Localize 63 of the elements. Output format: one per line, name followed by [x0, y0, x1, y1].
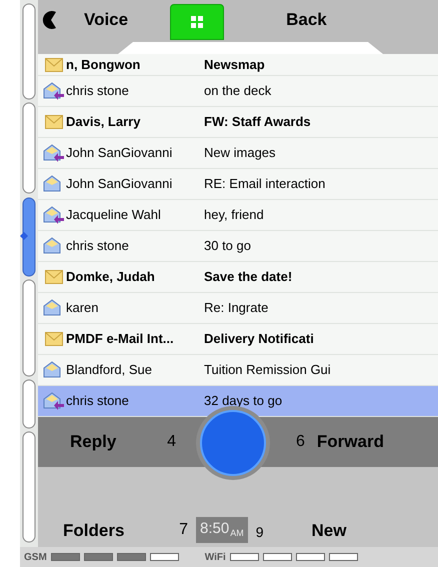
subject-text: Save the date! — [204, 268, 292, 286]
ampm-text: AM — [230, 526, 244, 540]
message-row[interactable]: karen Re: Ingrate — [38, 293, 438, 324]
message-row[interactable]: chris stone 30 to go — [38, 231, 438, 262]
message-row[interactable]: Blandford, Sue Tuition Remission Gui — [38, 355, 438, 386]
subject-text: on the deck — [204, 82, 272, 100]
open-envelope-with-arrow-icon — [43, 82, 65, 100]
subject-text: 32 days to go — [204, 392, 282, 410]
message-row[interactable]: Davis, Larry FW: Staff Awards — [38, 107, 438, 138]
open-envelope-with-arrow-icon — [43, 144, 65, 162]
envelope-icon — [45, 270, 63, 284]
sender-text: Jacqueline Wahl — [66, 206, 162, 224]
sender-text: PMDF e-Mail Int... — [66, 330, 175, 348]
sender-text: Blandford, Sue — [66, 361, 154, 380]
subject-text: Newsmap — [204, 56, 265, 74]
message-row[interactable]: John SanGiovanni RE: Email interaction — [38, 169, 438, 200]
subject-text: FW: Staff Awards — [204, 113, 311, 132]
key-number: 6 — [296, 432, 305, 452]
message-row[interactable]: Domke, Judah Save the date! — [38, 262, 438, 293]
sender-text: chris stone — [66, 237, 130, 256]
signal-bars-icon — [50, 553, 181, 561]
key-number: 7 — [179, 520, 188, 540]
sender-text: John SanGiovanni — [66, 144, 174, 162]
menu-button[interactable] — [170, 4, 224, 40]
sender-text: chris stone — [66, 392, 130, 410]
message-row[interactable]: chris stone on the deck — [38, 76, 438, 107]
folders-button[interactable]: Folders — [63, 518, 124, 543]
sender-text: karen — [66, 299, 100, 318]
gsm-label: GSM — [24, 550, 47, 564]
envelope-icon — [45, 332, 63, 346]
reply-button[interactable]: Reply — [70, 429, 116, 455]
message-row[interactable]: PMDF e-Mail Int... Delivery Notificati — [38, 324, 438, 355]
subject-text: hey, friend — [204, 206, 264, 224]
key-number: 4 — [167, 432, 176, 452]
new-button[interactable]: New — [312, 518, 346, 543]
open-envelope-with-arrow-icon — [43, 392, 65, 410]
voice-button[interactable]: Voice — [84, 7, 128, 33]
sender-text: John SanGiovanni — [66, 175, 174, 194]
subject-text: Re: Ingrate — [204, 299, 268, 318]
grid-icon — [190, 15, 204, 29]
subject-text: Delivery Notificati — [204, 330, 314, 348]
subject-text: RE: Email interaction — [204, 175, 326, 194]
envelope-icon — [45, 115, 63, 129]
subject-text: 30 to go — [204, 237, 251, 256]
message-row[interactable]: Jacqueline Wahl hey, friend — [38, 200, 438, 231]
sender-text: Domke, Judah — [66, 268, 156, 286]
back-button[interactable]: Back — [286, 7, 327, 33]
subject-text: New images — [204, 144, 276, 162]
scrollbar-drawing[interactable] — [20, 0, 38, 547]
wifi-label: WiFi — [204, 550, 226, 564]
open-envelope-with-arrow-icon — [43, 206, 65, 224]
message-row[interactable]: n, Bongwon Newsmap — [38, 54, 438, 76]
subject-text: Tuition Remission Gui — [204, 361, 331, 380]
message-row[interactable]: chris stone 32 days to go — [38, 386, 438, 417]
time-text: 8:50 — [200, 518, 230, 538]
wifi-bars-icon — [230, 553, 360, 561]
message-row[interactable]: John SanGiovanni New images — [38, 138, 438, 169]
envelope-icon — [45, 58, 63, 72]
sender-text: chris stone — [66, 82, 130, 100]
key-number: 9 — [256, 523, 264, 542]
sender-text: Davis, Larry — [66, 113, 142, 132]
forward-button[interactable]: Forward — [316, 429, 384, 455]
sender-text: n, Bongwon — [66, 56, 142, 74]
